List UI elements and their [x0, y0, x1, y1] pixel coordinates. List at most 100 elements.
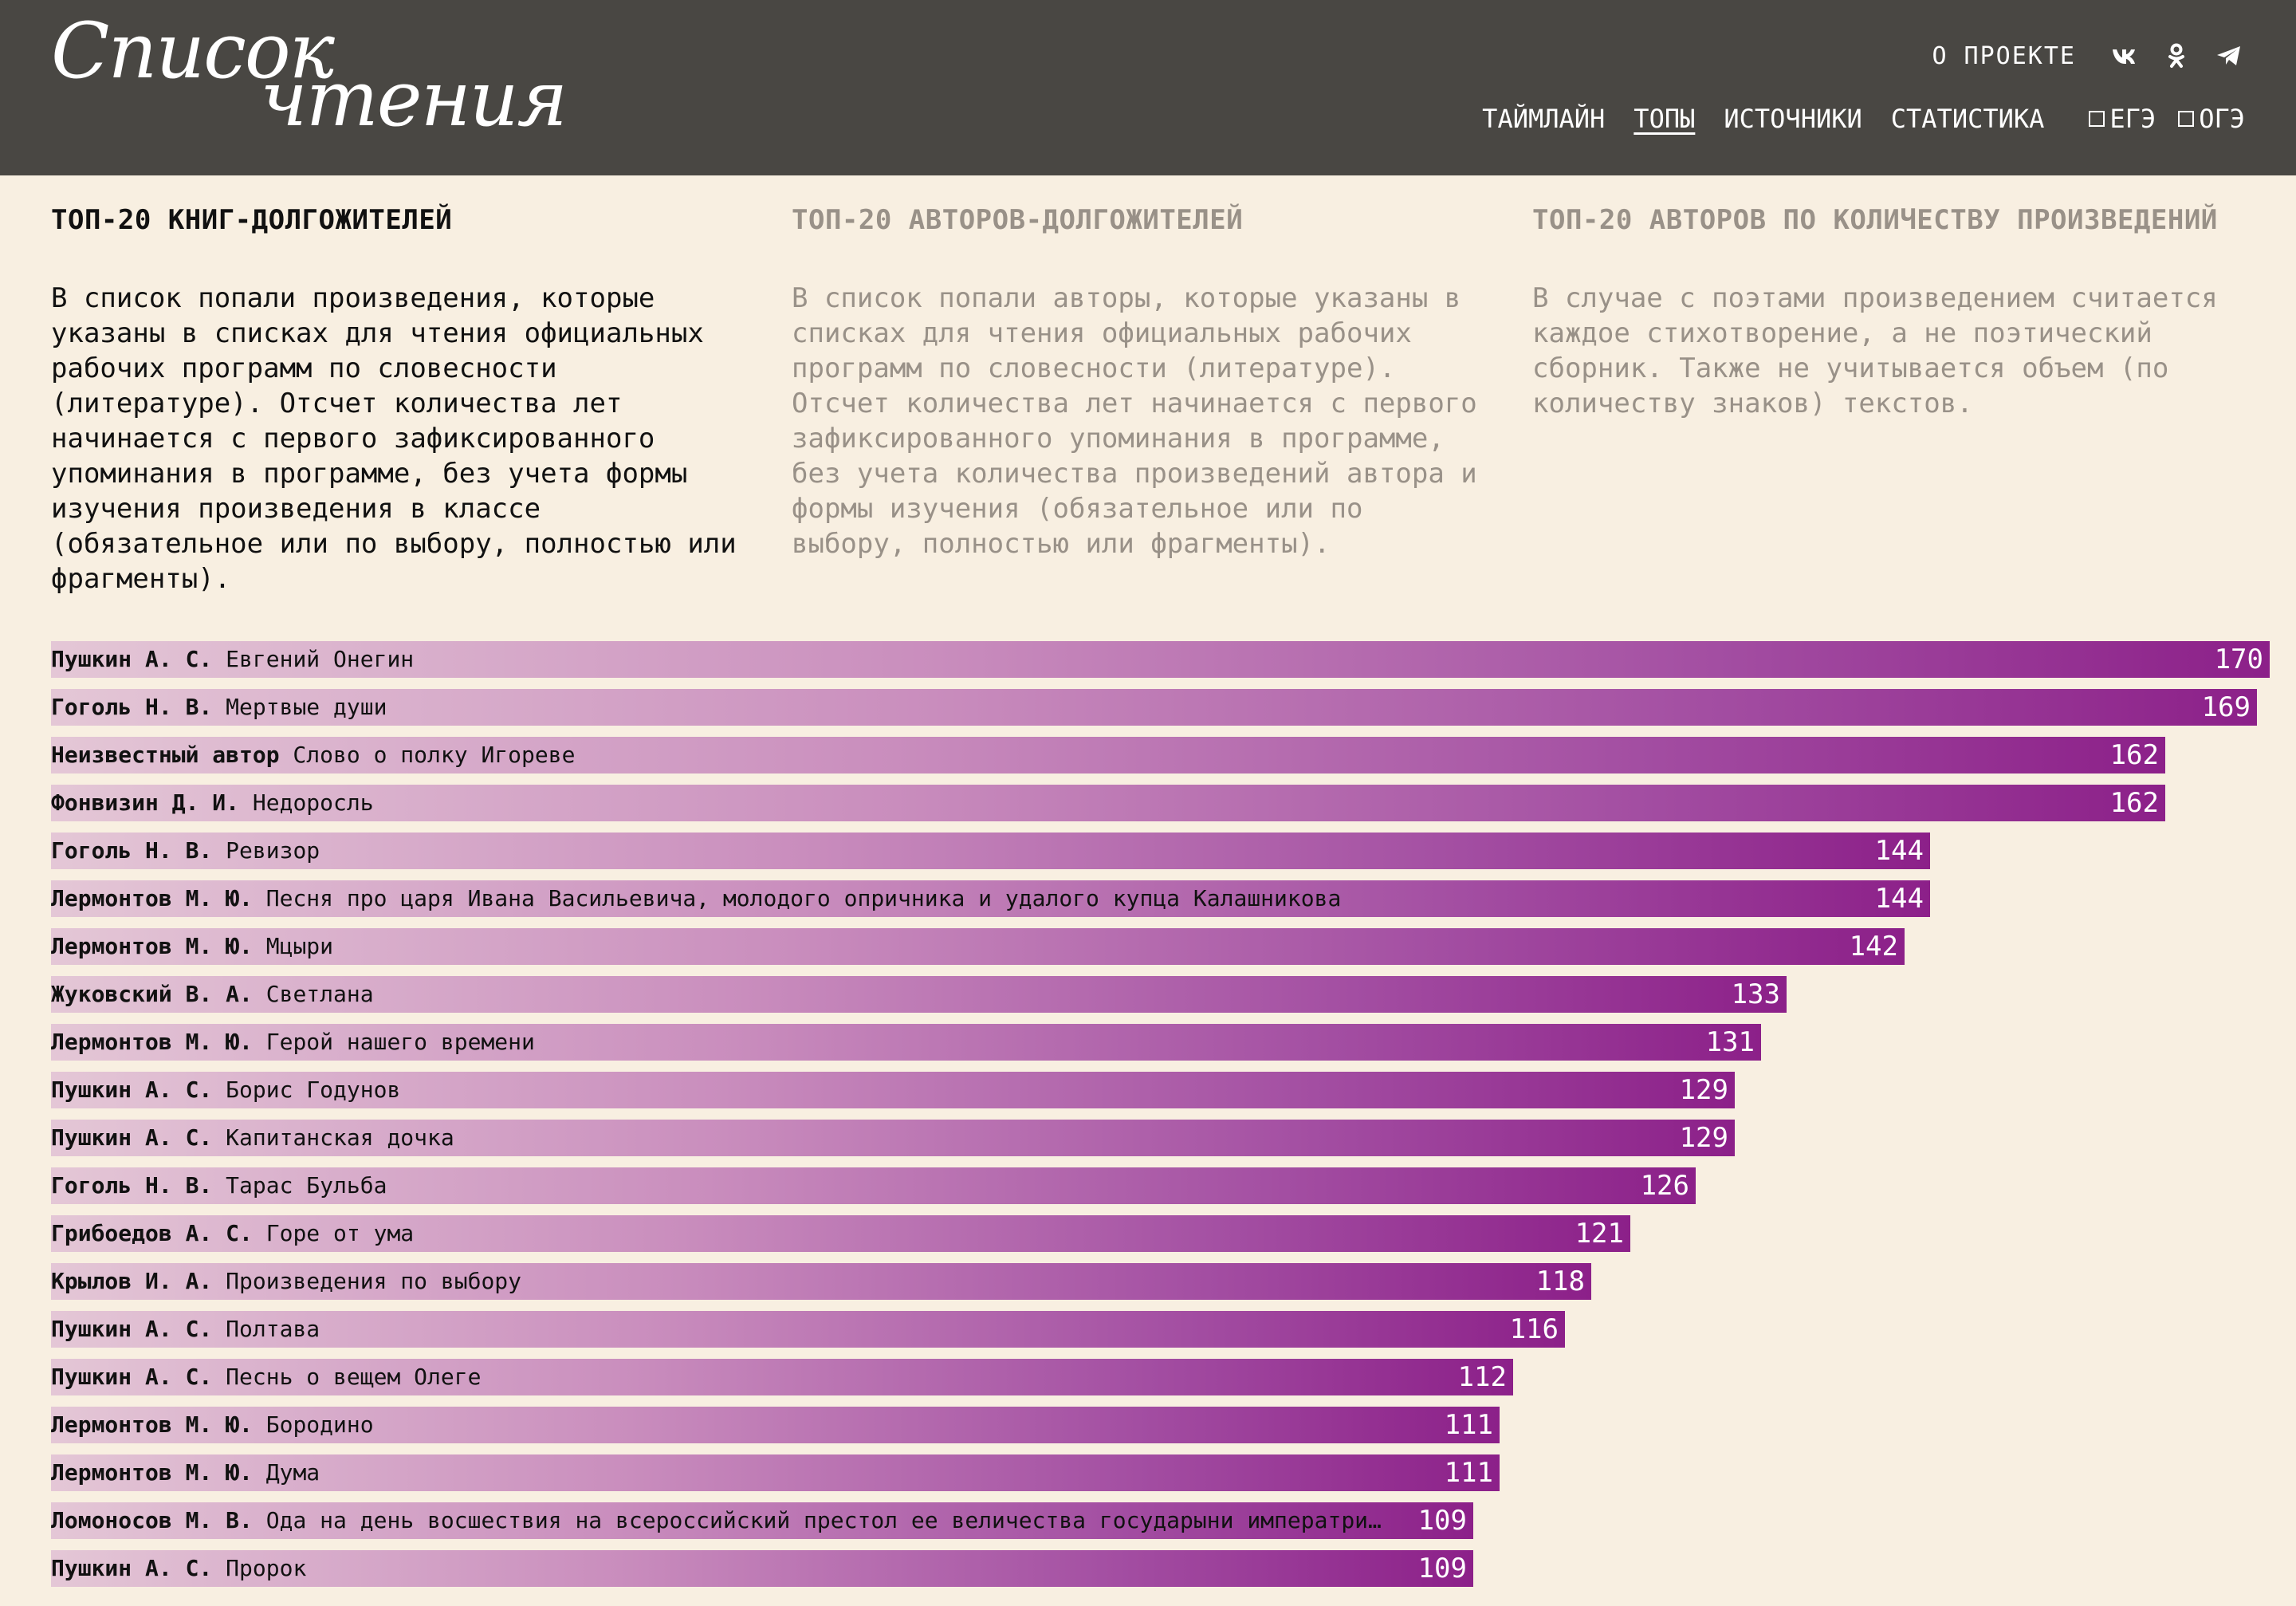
bar-author: Лермонтов М. Ю.	[51, 1029, 253, 1055]
bar-author: Гоголь Н. В.	[51, 694, 213, 720]
bar-value: 118	[1535, 1266, 1585, 1297]
bar-title: Произведения по выбору	[212, 1268, 522, 1294]
bar-value: 144	[1874, 883, 1924, 915]
bar-label: Пушкин А. С. Полтава	[51, 1311, 1485, 1348]
bar-row[interactable]: Пушкин А. С. Полтава 116	[51, 1311, 1565, 1348]
bar-value: 162	[2109, 787, 2159, 819]
tab-description: В список попали авторы, которые указаны …	[792, 282, 1477, 560]
bar-title: Пророк	[212, 1555, 307, 1581]
bar-title: Песнь о вещем Олеге	[212, 1364, 482, 1390]
bar-row[interactable]: Пушкин А. С. Капитанская дочка 129	[51, 1120, 1735, 1156]
bar-author: Лермонтов М. Ю.	[51, 1411, 253, 1438]
filter-ege-label: ЕГЭ	[2109, 104, 2156, 134]
bar-label: Пушкин А. С. Евгений Онегин	[51, 641, 2190, 678]
bar-author: Неизвестный автор	[51, 742, 280, 768]
bar-row[interactable]: Пушкин А. С. Евгений Онегин 170	[51, 641, 2270, 678]
bar-value: 109	[1417, 1553, 1467, 1584]
bar-title: Герой нашего времени	[252, 1029, 535, 1055]
bar-label: Жуковский В. А. Светлана	[51, 976, 1707, 1013]
ok-icon[interactable]	[2162, 41, 2191, 70]
top-links: О ПРОЕКТЕ	[1932, 41, 2243, 70]
bar-author: Лермонтов М. Ю.	[51, 933, 253, 959]
bar-label: Пушкин А. С. Борис Годунов	[51, 1072, 1655, 1108]
bar-author: Пушкин А. С.	[51, 1555, 213, 1581]
bar-value: 116	[1509, 1313, 1559, 1345]
bar-title: Недоросль	[239, 789, 374, 816]
bar-title: Дума	[252, 1459, 320, 1486]
bar-value: 111	[1444, 1457, 1493, 1489]
vk-icon[interactable]	[2109, 41, 2138, 70]
checkbox-icon	[2178, 111, 2195, 127]
bar-title: Капитанская дочка	[212, 1124, 454, 1151]
bar-row[interactable]: Лермонтов М. Ю. Бородино 111	[51, 1407, 1500, 1443]
bar-row[interactable]: Лермонтов М. Ю. Мцыри 142	[51, 928, 1905, 965]
logo-line-2: чтения	[260, 54, 568, 144]
bar-row[interactable]: Лермонтов М. Ю. Герой нашего времени 131	[51, 1024, 1761, 1061]
bar-label: Крылов И. А. Произведения по выбору	[51, 1263, 1512, 1300]
bar-value: 169	[2201, 691, 2251, 723]
bar-author: Крылов И. А.	[51, 1268, 213, 1294]
bar-title: Ревизор	[212, 837, 320, 864]
bar-label: Лермонтов М. Ю. Мцыри	[51, 928, 1825, 965]
checkbox-icon	[2089, 111, 2105, 127]
bar-value: 109	[1417, 1505, 1467, 1537]
bar-title: Мертвые души	[212, 694, 387, 720]
filter-oge-label: ОГЭ	[2199, 104, 2245, 134]
bar-label: Гоголь Н. В. Тарас Бульба	[51, 1167, 1616, 1204]
bar-label: Неизвестный автор Слово о полку Игореве	[51, 737, 2086, 773]
bar-row[interactable]: Пушкин А. С. Борис Годунов 129	[51, 1072, 1735, 1108]
bar-author: Ломоносов М. В.	[51, 1507, 253, 1533]
bar-row[interactable]: Пушкин А. С. Песнь о вещем Олеге 112	[51, 1359, 1513, 1395]
tab-description: В случае с поэтами произведением считает…	[1532, 282, 2218, 419]
bar-row[interactable]: Лермонтов М. Ю. Дума 111	[51, 1454, 1500, 1491]
bar-row[interactable]: Гоголь Н. В. Тарас Бульба 126	[51, 1167, 1696, 1204]
bar-value: 131	[1705, 1026, 1755, 1058]
bar-title: Тарас Бульба	[212, 1172, 387, 1199]
bar-label: Пушкин А. С. Капитанская дочка	[51, 1120, 1655, 1156]
tab-top-authors-by-count[interactable]: ТОП-20 АВТОРОВ ПО КОЛИЧЕСТВУ ПРОИЗВЕДЕНИ…	[1532, 204, 2234, 421]
bar-author: Пушкин А. С.	[51, 646, 213, 672]
bar-row[interactable]: Пушкин А. С. Пророк 109	[51, 1550, 1473, 1587]
bar-row[interactable]: Гоголь Н. В. Ревизор 144	[51, 833, 1930, 869]
nav-tops[interactable]: ТОПЫ	[1634, 104, 1695, 134]
bar-label: Гоголь Н. В. Ревизор	[51, 833, 1850, 869]
bar-label: Лермонтов М. Ю. Песня про царя Ивана Вас…	[51, 880, 1850, 917]
nav-timeline[interactable]: ТАЙМЛАЙН	[1482, 104, 1605, 134]
bar-row[interactable]: Крылов И. А. Произведения по выбору 118	[51, 1263, 1591, 1300]
about-link[interactable]: О ПРОЕКТЕ	[1932, 42, 2076, 70]
tab-top-books[interactable]: ТОП-20 КНИГ-ДОЛГОЖИТЕЛЕЙ В список попали…	[51, 204, 753, 596]
bar-label: Лермонтов М. Ю. Герой нашего времени	[51, 1024, 1681, 1061]
filter-ege[interactable]: ЕГЭ	[2089, 104, 2156, 134]
bar-label: Грибоедов А. С. Горе от ума	[51, 1215, 1551, 1252]
bar-value: 111	[1444, 1409, 1493, 1441]
bar-row[interactable]: Неизвестный автор Слово о полку Игореве 1…	[51, 737, 2165, 773]
bar-label: Лермонтов М. Ю. Дума	[51, 1454, 1420, 1491]
bar-value: 121	[1575, 1218, 1624, 1250]
bar-title: Борис Годунов	[212, 1077, 401, 1103]
bar-label: Ломоносов М. В. Ода на день восшествия н…	[51, 1502, 1394, 1539]
bar-value: 129	[1679, 1074, 1728, 1106]
bar-author: Лермонтов М. Ю.	[51, 885, 253, 911]
bar-value: 112	[1457, 1361, 1507, 1393]
bar-row[interactable]: Гоголь Н. В. Мертвые души 169	[51, 689, 2257, 726]
bar-row[interactable]: Ломоносов М. В. Ода на день восшествия н…	[51, 1502, 1473, 1539]
bar-title: Полтава	[212, 1316, 320, 1342]
bar-row[interactable]: Лермонтов М. Ю. Песня про царя Ивана Вас…	[51, 880, 1930, 917]
nav-sources[interactable]: ИСТОЧНИКИ	[1724, 104, 1862, 134]
filter-oge[interactable]: ОГЭ	[2178, 104, 2245, 134]
bar-value: 144	[1874, 835, 1924, 867]
bar-row[interactable]: Фонвизин Д. И. Недоросль 162	[51, 785, 2165, 821]
nav-statistics[interactable]: СТАТИСТИКА	[1891, 104, 2045, 134]
tab-top-authors[interactable]: ТОП-20 АВТОРОВ-ДОЛГОЖИТЕЛЕЙ В список поп…	[792, 204, 1493, 561]
tab-description: В список попали произведения, которые ук…	[51, 282, 737, 595]
bar-title: Светлана	[252, 981, 374, 1007]
bar-value: 129	[1679, 1122, 1728, 1154]
bar-value: 126	[1640, 1170, 1689, 1202]
telegram-icon[interactable]	[2215, 41, 2243, 70]
bar-value: 133	[1731, 978, 1780, 1010]
bar-row[interactable]: Жуковский В. А. Светлана 133	[51, 976, 1787, 1013]
bar-row[interactable]: Грибоедов А. С. Горе от ума 121	[51, 1215, 1630, 1252]
tab-title: ТОП-20 АВТОРОВ ПО КОЛИЧЕСТВУ ПРОИЗВЕДЕНИ…	[1532, 204, 2218, 236]
bar-title: Песня про царя Ивана Васильевича, молодо…	[252, 885, 1342, 911]
bar-author: Гоголь Н. В.	[51, 837, 213, 864]
